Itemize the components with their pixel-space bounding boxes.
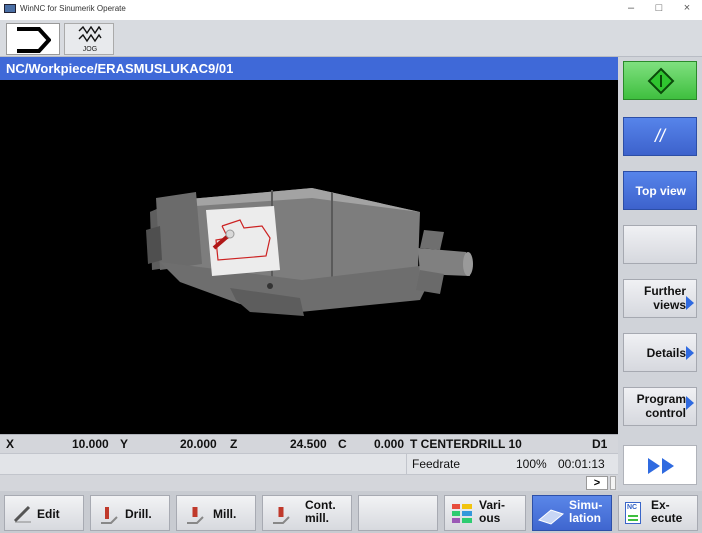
start-diamond-icon — [647, 67, 675, 95]
next-softkeys-button[interactable] — [623, 445, 697, 485]
c-axis-value: 0.000 — [374, 437, 405, 451]
run-time: 00:01:13 — [558, 457, 605, 471]
drilling-button[interactable]: Drill. — [90, 495, 170, 531]
feedrate-label: Feedrate — [412, 457, 461, 471]
program-mode-indicator — [6, 23, 60, 55]
execute-label-2: ecute — [651, 511, 683, 525]
milling-button[interactable]: Mill. — [176, 495, 256, 531]
jog-wave-icon — [78, 26, 102, 43]
workpiece-3d-render — [146, 188, 473, 316]
mill-icon — [187, 507, 204, 524]
parallel-label: // — [654, 126, 665, 146]
various-icon — [452, 504, 472, 523]
contour-mill-icon — [273, 507, 290, 524]
cycle-start-button[interactable] — [623, 61, 697, 100]
feedrate-row: Feedrate 100% 00:01:13 — [0, 453, 618, 475]
further-views-label-2: views — [653, 298, 686, 312]
window-title: WinNC for Sinumerik Operate — [20, 4, 126, 13]
more-info-button[interactable]: > — [586, 476, 608, 490]
various-button[interactable]: Vari- ous — [444, 495, 526, 531]
execute-label-1: Ex- — [651, 498, 670, 512]
various-label-2: ous — [479, 511, 501, 525]
nc-icon-text: NC — [627, 504, 638, 511]
simulation-label-1: Simu- — [569, 498, 603, 512]
z-axis-value: 24.500 — [290, 437, 327, 451]
x-axis-value: 10.000 — [72, 437, 109, 451]
z-axis-label: Z — [230, 437, 238, 451]
top-view-button[interactable]: Top view — [623, 171, 697, 210]
various-label-1: Vari- — [479, 498, 506, 512]
window-titlebar: WinNC for Sinumerik Operate – □ × — [0, 0, 702, 20]
arrow-right-icon — [686, 346, 694, 360]
further-views-label-1: Further — [644, 284, 686, 298]
machine-header: JOG — [0, 20, 702, 57]
edit-button[interactable]: Edit — [4, 495, 84, 531]
details-button[interactable]: Details — [623, 333, 697, 372]
double-arrow-right-icon — [648, 458, 674, 474]
jog-label: JOG — [82, 46, 98, 53]
program-control-label-2: control — [645, 406, 686, 420]
feedrate-value: 100% — [516, 457, 547, 471]
empty-softkey[interactable] — [623, 225, 697, 264]
divider — [406, 454, 407, 475]
minimize-button[interactable]: – — [620, 2, 642, 14]
top-view-label: Top view — [635, 184, 686, 198]
simulation-icon — [537, 509, 565, 525]
contour-milling-button[interactable]: Cont. mill. — [262, 495, 352, 531]
parallel-projection-button[interactable]: // — [623, 117, 697, 156]
scroll-indicator — [610, 476, 616, 490]
details-label: Details — [646, 346, 686, 360]
drilling-label: Drill. — [125, 507, 152, 521]
empty-horizontal-softkey[interactable] — [358, 495, 438, 531]
program-control-button[interactable]: Program control — [623, 387, 697, 426]
y-axis-value: 20.000 — [180, 437, 217, 451]
tool-offset: D1 — [592, 437, 608, 451]
app-icon — [4, 4, 16, 13]
maximize-button[interactable]: □ — [648, 2, 670, 14]
jog-mode-indicator: JOG — [64, 23, 114, 55]
close-button[interactable]: × — [676, 2, 698, 14]
edit-label: Edit — [37, 507, 60, 521]
arrow-right-icon — [17, 27, 51, 53]
arrow-right-icon — [686, 396, 694, 410]
vertical-softkey-bar: // Top view Further views Details Progra… — [618, 57, 702, 491]
arrow-right-icon — [686, 296, 694, 310]
contour-milling-label-1: Cont. — [305, 498, 336, 512]
drill-icon — [101, 507, 118, 524]
message-row: > — [0, 474, 618, 491]
horizontal-softkey-bar: Edit Drill. Mill. Cont. mill. Vari- ous … — [0, 491, 702, 533]
active-tool: T CENTERDRILL 10 — [410, 437, 522, 451]
pencil-icon — [13, 505, 31, 523]
contour-milling-label-2: mill. — [305, 511, 330, 525]
simulation-button[interactable]: Simu- lation — [532, 495, 612, 531]
further-views-button[interactable]: Further views — [623, 279, 697, 318]
execute-nc-icon: NC — [625, 502, 641, 524]
program-control-label-1: Program — [636, 392, 686, 406]
simulation-viewport[interactable] — [0, 80, 618, 434]
simulation-label-2: lation — [569, 511, 601, 525]
milling-label: Mill. — [213, 507, 237, 521]
program-path: NC/Workpiece/ERASMUSLUKAC9/01 — [0, 57, 618, 80]
x-axis-label: X — [6, 437, 15, 451]
axis-position-row: X 10.000 Y 20.000 Z 24.500 C 0.000 T CEN… — [0, 434, 618, 453]
y-axis-label: Y — [120, 437, 129, 451]
c-axis-label: C — [338, 437, 347, 451]
execute-button[interactable]: NC Ex- ecute — [618, 495, 698, 531]
